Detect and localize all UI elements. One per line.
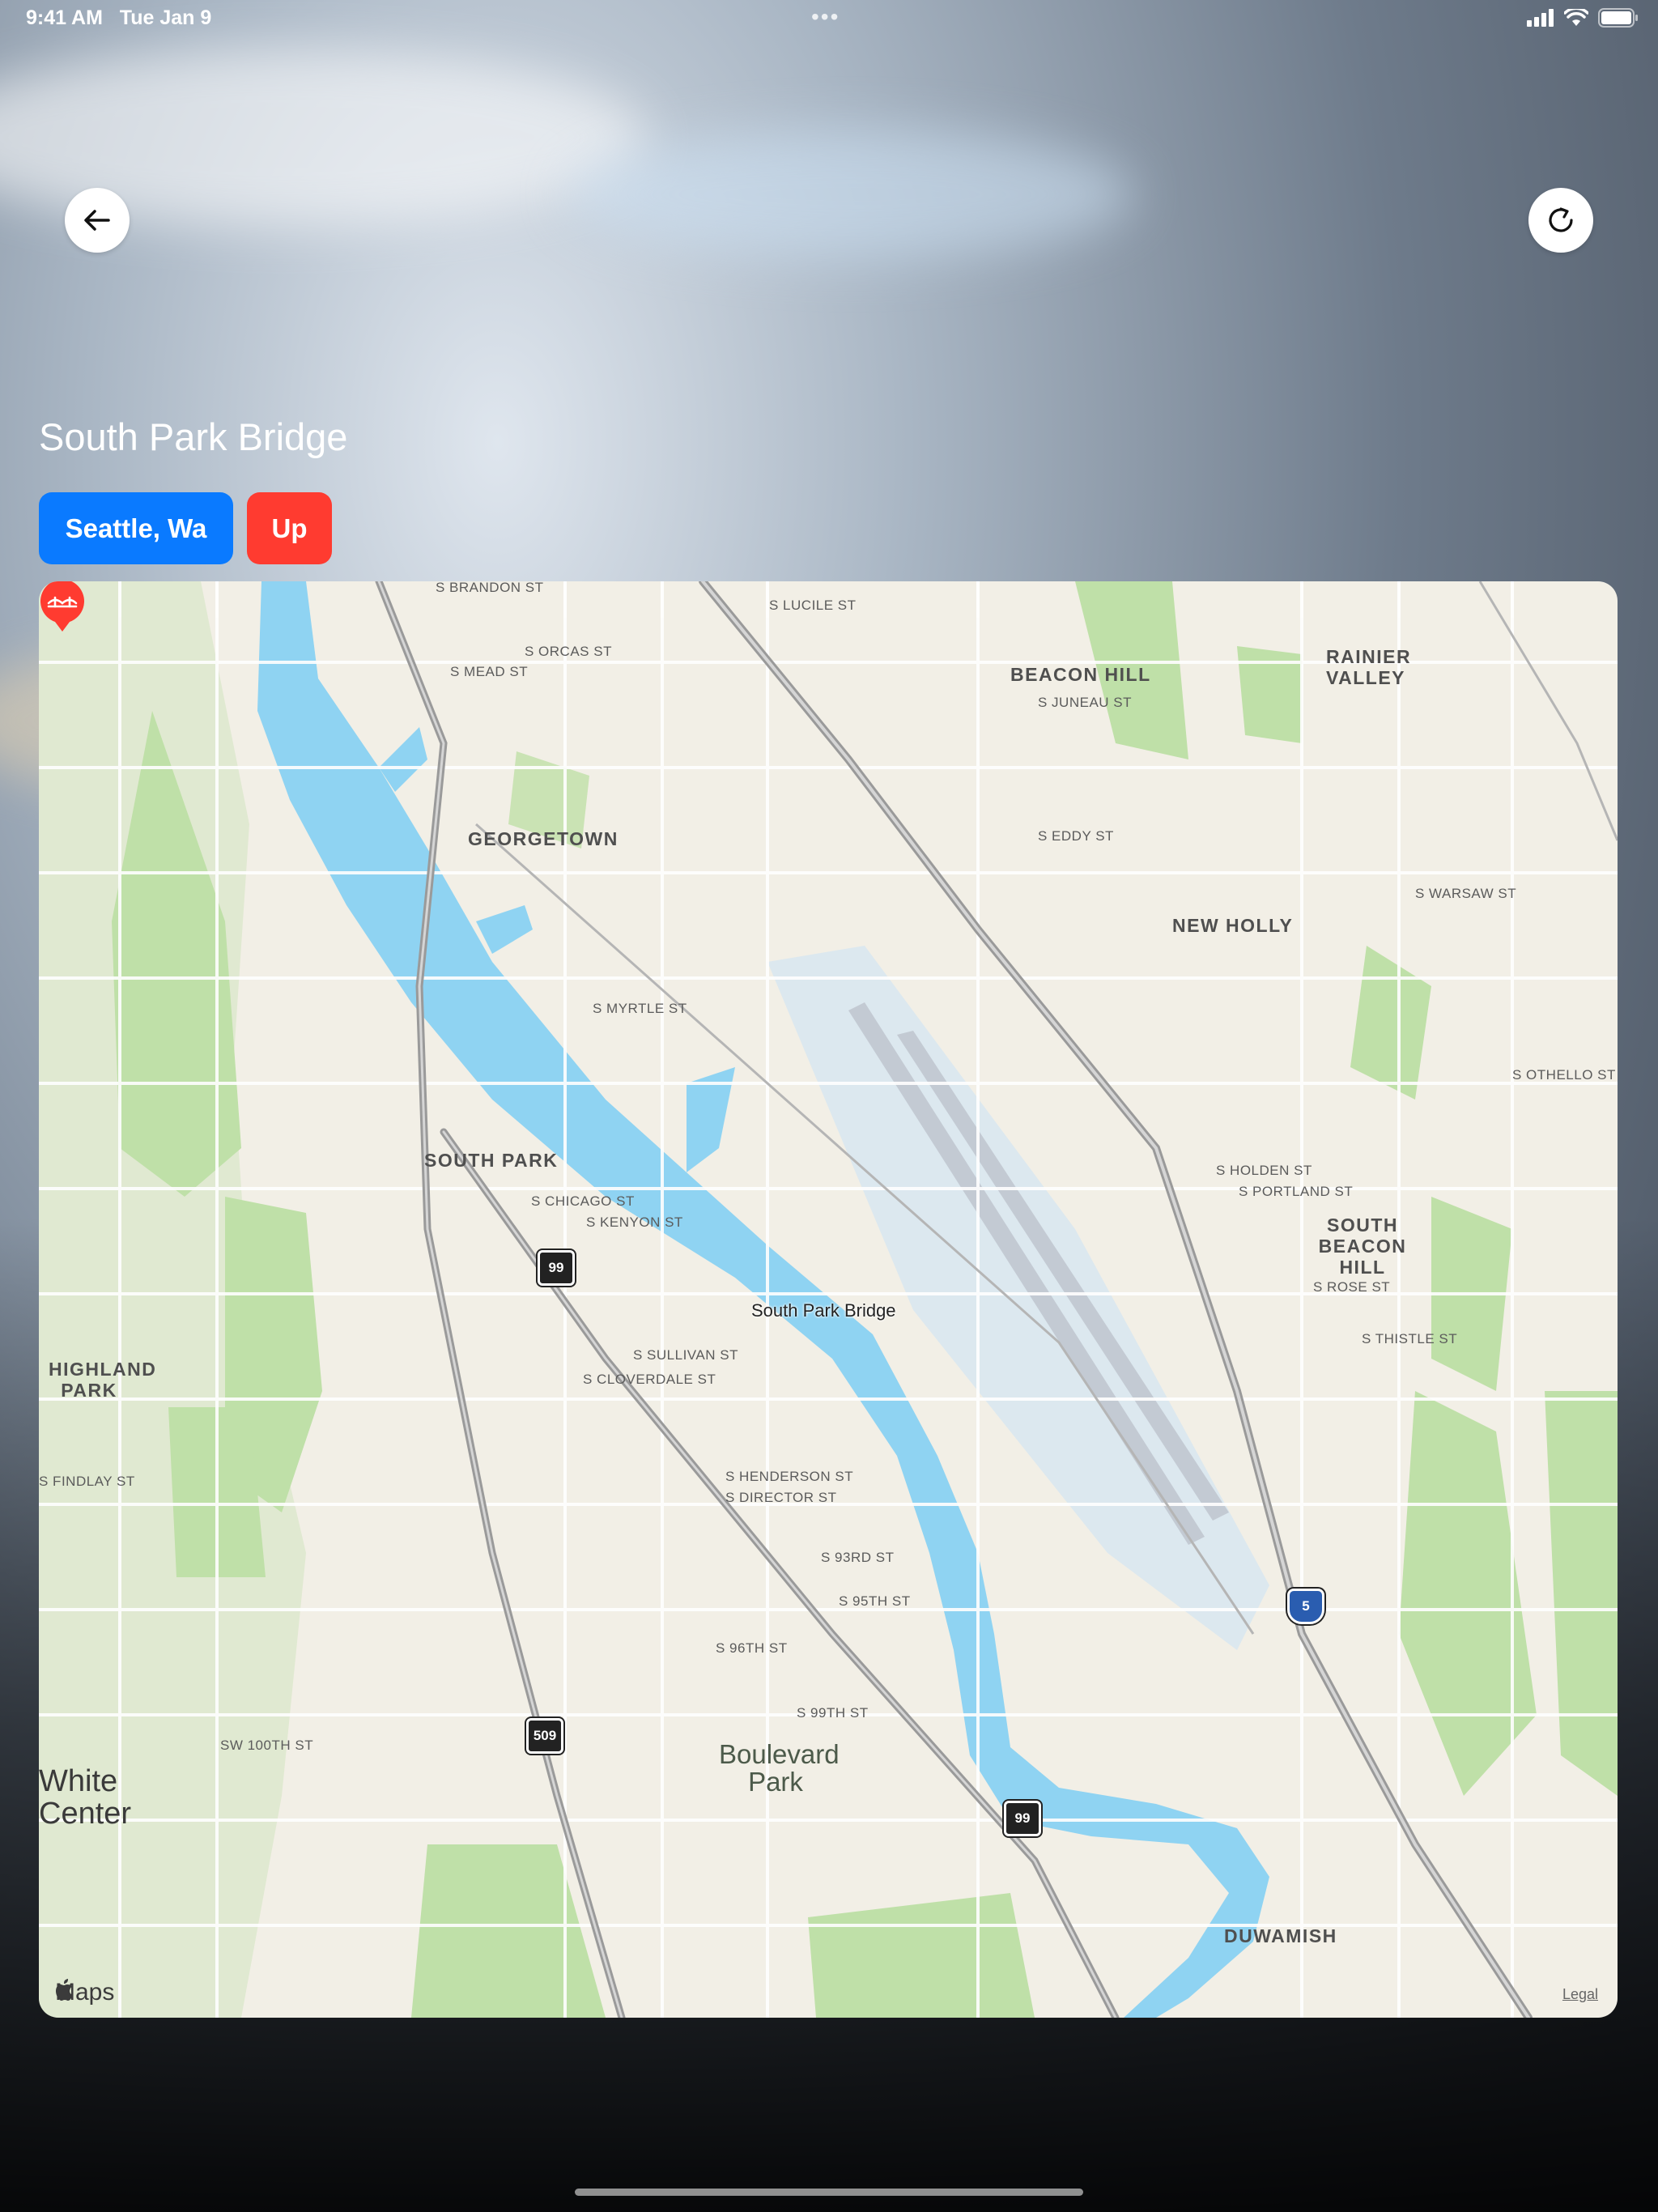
- park-label: Boulevard Park: [719, 1739, 840, 1797]
- street-label: S JUNEAU ST: [1038, 695, 1133, 710]
- city-label: White Center: [39, 1764, 132, 1831]
- bridge-pin-icon[interactable]: [39, 581, 86, 633]
- street-label: S WARSAW ST: [1415, 886, 1517, 901]
- street-label: S 96TH ST: [716, 1640, 788, 1656]
- street-label: S HOLDEN ST: [1216, 1163, 1312, 1178]
- street-label: S ROSE ST: [1313, 1279, 1391, 1295]
- battery-icon: [1598, 8, 1638, 28]
- status-icons: [1527, 8, 1639, 28]
- wifi-icon: [1564, 9, 1588, 26]
- highway-shield-509: 509: [526, 1718, 563, 1754]
- street-label: S KENYON ST: [586, 1214, 683, 1230]
- street-label: S EDDY ST: [1038, 828, 1114, 844]
- interstate-shield-5: 5: [1287, 1589, 1324, 1624]
- back-button[interactable]: [65, 188, 130, 253]
- multitasking-dots-icon[interactable]: •••: [811, 4, 840, 30]
- status-bar: 9:41 AM Tue Jan 9 •••: [0, 0, 1658, 37]
- highway-shield-99: 99: [1004, 1801, 1041, 1836]
- status-time: 9:41 AM Tue Jan 9: [26, 6, 211, 30]
- page-title: South Park Bridge: [39, 415, 348, 458]
- highway-shield-99: 99: [538, 1250, 575, 1286]
- neighborhood-label: HIGHLAND PARK: [49, 1359, 157, 1401]
- street-label: S CHICAGO ST: [531, 1193, 635, 1209]
- status-chip[interactable]: Up: [247, 492, 332, 564]
- street-label: S OTHELLO ST: [1512, 1067, 1616, 1083]
- street-label: S THISTLE ST: [1362, 1331, 1458, 1346]
- status-date: Tue Jan 9: [119, 6, 212, 29]
- street-label: S DIRECTOR ST: [725, 1490, 837, 1505]
- cloud-highlight: [567, 130, 1133, 259]
- street-label: S FINDLAY ST: [39, 1474, 135, 1489]
- neighborhood-label: GEORGETOWN: [468, 828, 619, 849]
- status-clock: 9:41 AM: [26, 6, 103, 29]
- neighborhood-label: SOUTH PARK: [424, 1150, 559, 1171]
- map-canvas: [39, 581, 1618, 2018]
- street-label: S 99TH ST: [797, 1705, 869, 1721]
- street-label: S 93RD ST: [821, 1550, 895, 1565]
- street-label: S BRANDON ST: [436, 581, 544, 595]
- street-label: S MEAD ST: [450, 664, 529, 679]
- street-label: S HENDERSON ST: [725, 1469, 854, 1484]
- pin-label[interactable]: South Park Bridge: [751, 1300, 896, 1321]
- street-label: S LUCILE ST: [769, 598, 857, 613]
- street-label: S 95TH ST: [839, 1593, 911, 1609]
- location-chip[interactable]: Seattle, Wa: [39, 492, 233, 564]
- street-label: S CLOVERDALE ST: [583, 1372, 716, 1387]
- street-label: SW 100TH ST: [220, 1738, 314, 1753]
- neighborhood-label: RAINIER VALLEY: [1326, 646, 1412, 688]
- neighborhood-label: NEW HOLLY: [1172, 915, 1294, 936]
- street-label: S ORCAS ST: [525, 644, 612, 659]
- street-label: S SULLIVAN ST: [633, 1347, 738, 1363]
- street-label: S MYRTLE ST: [593, 1001, 687, 1016]
- legal-link[interactable]: Legal: [1562, 1986, 1598, 2003]
- street-label: S PORTLAND ST: [1239, 1184, 1354, 1199]
- map-view[interactable]: GEORGETOWN BEACON HILL RAINIER VALLEY NE…: [39, 581, 1618, 2018]
- arrow-left-icon: [84, 210, 110, 231]
- neighborhood-label: BEACON HILL: [1010, 664, 1151, 685]
- neighborhood-label: DUWAMISH: [1224, 1925, 1337, 1946]
- refresh-button[interactable]: [1528, 188, 1593, 253]
- home-indicator[interactable]: [575, 2189, 1083, 2196]
- maps-attribution[interactable]: Maps: [55, 1979, 114, 2006]
- neighborhood-label: SOUTH BEACON HILL: [1318, 1214, 1407, 1278]
- cellular-signal-icon: [1527, 9, 1554, 27]
- apple-logo-icon: [56, 1979, 73, 2001]
- refresh-icon: [1549, 207, 1573, 232]
